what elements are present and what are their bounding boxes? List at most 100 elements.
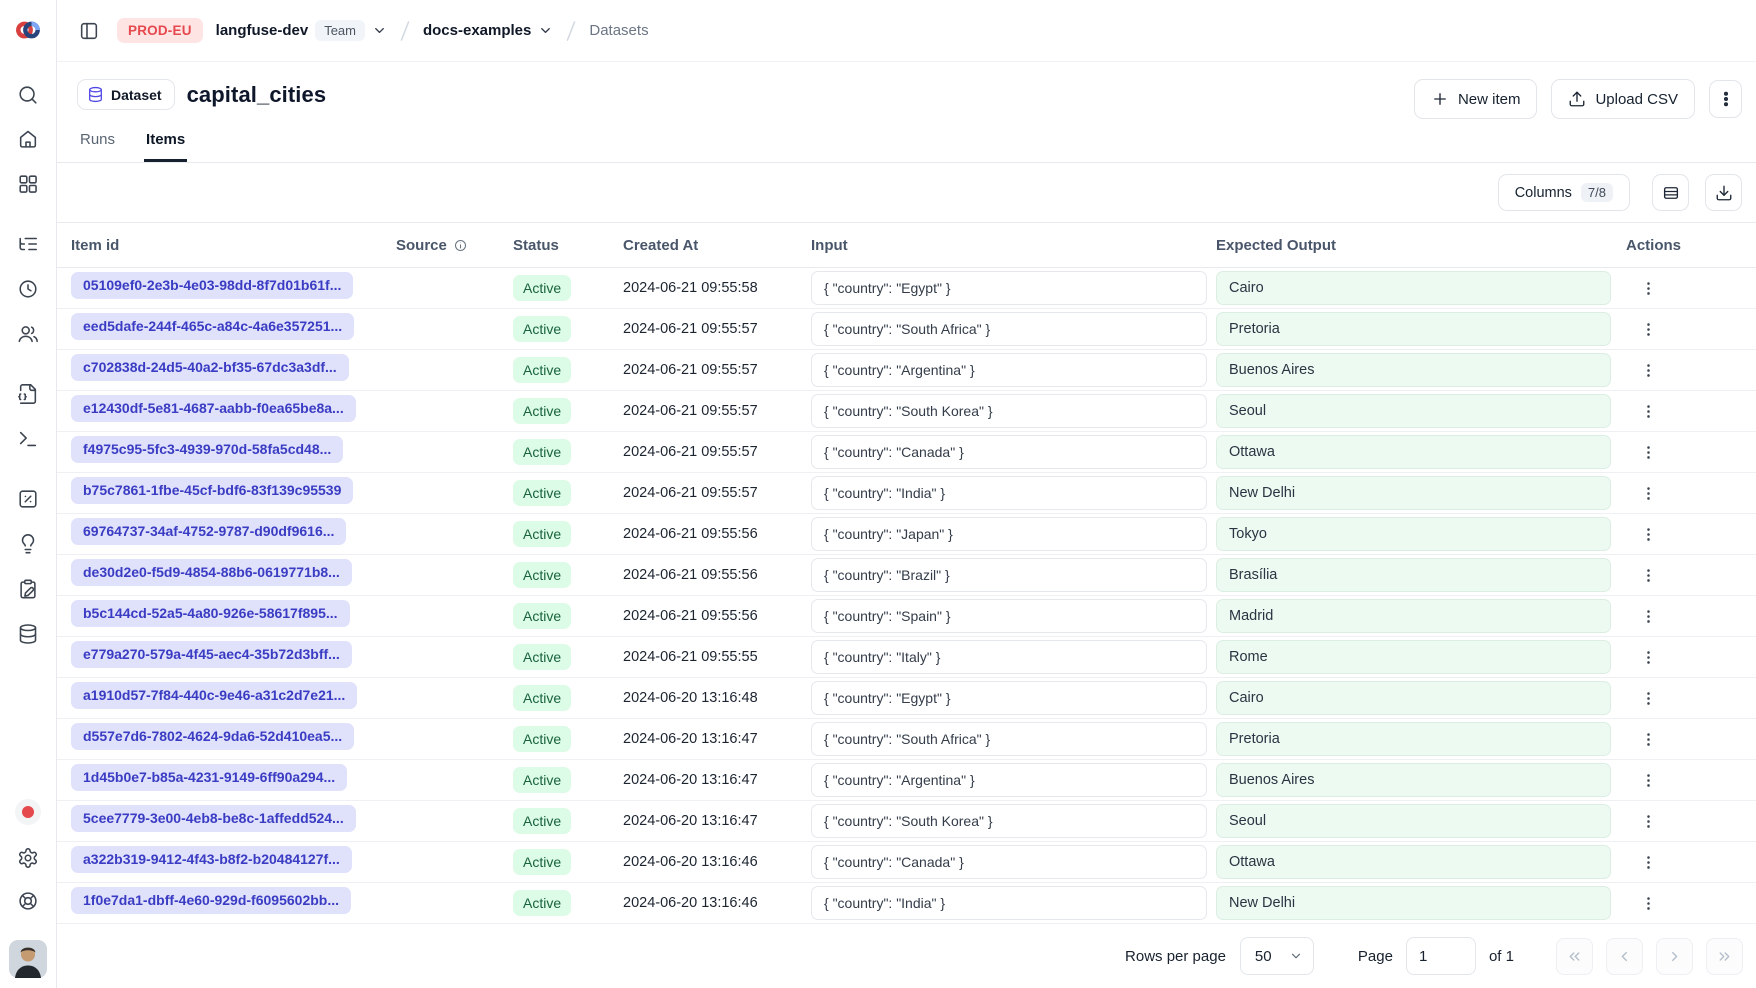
row-actions-button[interactable] bbox=[1632, 846, 1664, 878]
item-id-link[interactable]: f4975c95-5fc3-4939-970d-58fa5cd48... bbox=[71, 436, 343, 463]
row-actions-button[interactable] bbox=[1632, 887, 1664, 919]
item-id-link[interactable]: de30d2e0-f5d9-4854-88b6-0619771b8... bbox=[71, 559, 352, 586]
created-at-cell: 2024-06-20 13:16:47 bbox=[623, 731, 811, 747]
sidebar-datasets-button[interactable] bbox=[13, 619, 43, 649]
item-id-link[interactable]: b5c144cd-52a5-4a80-926e-58617f895... bbox=[71, 600, 350, 627]
input-cell[interactable]: { "country": "Italy" } bbox=[811, 640, 1207, 674]
input-cell[interactable]: { "country": "Argentina" } bbox=[811, 763, 1207, 797]
item-id-link[interactable]: c702838d-24d5-40a2-bf35-67dc3a3df... bbox=[71, 354, 349, 381]
expected-output-cell[interactable]: Buenos Aires bbox=[1216, 353, 1611, 387]
expected-output-cell[interactable]: Buenos Aires bbox=[1216, 763, 1611, 797]
user-avatar[interactable] bbox=[9, 940, 47, 978]
expected-output-cell[interactable]: Madrid bbox=[1216, 599, 1611, 633]
first-page-button[interactable] bbox=[1556, 938, 1593, 975]
input-cell[interactable]: { "country": "South Africa" } bbox=[811, 722, 1207, 756]
input-cell[interactable]: { "country": "India" } bbox=[811, 476, 1207, 510]
expected-output-cell[interactable]: Seoul bbox=[1216, 804, 1611, 838]
item-id-link[interactable]: a322b319-9412-4f43-b8f2-b20484127f... bbox=[71, 846, 352, 873]
row-actions-button[interactable] bbox=[1632, 477, 1664, 509]
item-id-link[interactable]: a1910d57-7f84-440c-9e46-a31c2d7e21... bbox=[71, 682, 357, 709]
row-actions-button[interactable] bbox=[1632, 723, 1664, 755]
item-id-link[interactable]: eed5dafe-244f-465c-a84c-4a6e357251... bbox=[71, 313, 354, 340]
sidebar-tracing-button[interactable] bbox=[13, 229, 43, 259]
input-cell[interactable]: { "country": "South Korea" } bbox=[811, 804, 1207, 838]
input-cell[interactable]: { "country": "South Korea" } bbox=[811, 394, 1207, 428]
sidebar-settings-button[interactable] bbox=[13, 843, 43, 873]
expected-output-cell[interactable]: Brasília bbox=[1216, 558, 1611, 592]
row-actions-button[interactable] bbox=[1632, 600, 1664, 632]
row-actions-button[interactable] bbox=[1632, 764, 1664, 796]
input-cell[interactable]: { "country": "Canada" } bbox=[811, 845, 1207, 879]
input-cell[interactable]: { "country": "South Africa" } bbox=[811, 312, 1207, 346]
new-item-button[interactable]: New item bbox=[1414, 79, 1538, 119]
item-id-link[interactable]: 05109ef0-2e3b-4e03-98dd-8f7d01b61f... bbox=[71, 272, 353, 299]
input-cell[interactable]: { "country": "Spain" } bbox=[811, 599, 1207, 633]
input-cell[interactable]: { "country": "India" } bbox=[811, 886, 1207, 920]
sidebar-dashboards-button[interactable] bbox=[13, 169, 43, 199]
item-id-link[interactable]: b75c7861-1fbe-45cf-bdf6-83f139c95539 bbox=[71, 477, 353, 504]
row-actions-button[interactable] bbox=[1632, 354, 1664, 386]
row-actions-button[interactable] bbox=[1632, 559, 1664, 591]
sidebar-evaluation-button[interactable] bbox=[13, 484, 43, 514]
expected-output-cell[interactable]: Ottawa bbox=[1216, 435, 1611, 469]
tab-items[interactable]: Items bbox=[144, 131, 187, 162]
row-height-button[interactable] bbox=[1652, 174, 1689, 211]
row-actions-button[interactable] bbox=[1632, 395, 1664, 427]
item-id-link[interactable]: 5cee7779-3e00-4eb8-be8c-1affedd524... bbox=[71, 805, 356, 832]
input-cell[interactable]: { "country": "Canada" } bbox=[811, 435, 1207, 469]
sidebar-sessions-button[interactable] bbox=[13, 274, 43, 304]
row-actions-button[interactable] bbox=[1632, 313, 1664, 345]
row-actions-button[interactable] bbox=[1632, 641, 1664, 673]
sidebar-support-button[interactable] bbox=[13, 886, 43, 916]
sidebar-suggestions-button[interactable] bbox=[13, 529, 43, 559]
columns-button[interactable]: Columns 7/8 bbox=[1498, 174, 1630, 211]
project-selector[interactable]: docs-examples bbox=[423, 22, 553, 39]
row-actions-button[interactable] bbox=[1632, 436, 1664, 468]
expected-output-cell[interactable]: Tokyo bbox=[1216, 517, 1611, 551]
row-actions-button[interactable] bbox=[1632, 272, 1664, 304]
row-actions-button[interactable] bbox=[1632, 682, 1664, 714]
sidebar-prompts-button[interactable] bbox=[13, 379, 43, 409]
input-cell[interactable]: { "country": "Japan" } bbox=[811, 517, 1207, 551]
recording-indicator[interactable] bbox=[15, 799, 41, 825]
row-actions-button[interactable] bbox=[1632, 518, 1664, 550]
upload-csv-button[interactable]: Upload CSV bbox=[1551, 79, 1695, 119]
langfuse-logo-icon[interactable] bbox=[13, 16, 43, 46]
input-cell[interactable]: { "country": "Egypt" } bbox=[811, 681, 1207, 715]
sidebar-search-button[interactable] bbox=[13, 80, 43, 110]
sidebar-toggle-button[interactable] bbox=[74, 16, 104, 46]
last-page-button[interactable] bbox=[1706, 938, 1743, 975]
rows-per-page-select[interactable]: 50 bbox=[1240, 937, 1314, 975]
input-cell[interactable]: { "country": "Brazil" } bbox=[811, 558, 1207, 592]
sidebar-users-button[interactable] bbox=[13, 319, 43, 349]
expected-output-cell[interactable]: Pretoria bbox=[1216, 312, 1611, 346]
row-actions-button[interactable] bbox=[1632, 805, 1664, 837]
expected-output-cell[interactable]: Cairo bbox=[1216, 681, 1611, 715]
expected-output-cell[interactable]: Cairo bbox=[1216, 271, 1611, 305]
input-cell[interactable]: { "country": "Egypt" } bbox=[811, 271, 1207, 305]
export-download-button[interactable] bbox=[1705, 174, 1742, 211]
sidebar-home-button[interactable] bbox=[13, 124, 43, 154]
gear-icon bbox=[17, 847, 39, 869]
expected-output-cell[interactable]: New Delhi bbox=[1216, 886, 1611, 920]
item-id-link[interactable]: 1f0e7da1-dbff-4e60-929d-f6095602bb... bbox=[71, 887, 351, 914]
item-id-link[interactable]: 69764737-34af-4752-9787-d90df9616... bbox=[71, 518, 346, 545]
expected-output-cell[interactable]: Pretoria bbox=[1216, 722, 1611, 756]
expected-output-cell[interactable]: Rome bbox=[1216, 640, 1611, 674]
item-id-link[interactable]: e12430df-5e81-4687-aabb-f0ea65be8a... bbox=[71, 395, 356, 422]
item-id-link[interactable]: d557e7d6-7802-4624-9da6-52d410ea5... bbox=[71, 723, 354, 750]
expected-output-cell[interactable]: Ottawa bbox=[1216, 845, 1611, 879]
input-cell[interactable]: { "country": "Argentina" } bbox=[811, 353, 1207, 387]
tab-runs[interactable]: Runs bbox=[78, 131, 117, 162]
organization-selector[interactable]: langfuse-dev Team bbox=[216, 20, 387, 41]
item-id-link[interactable]: e779a270-579a-4f45-aec4-35b72d3bff... bbox=[71, 641, 352, 668]
sidebar-playground-button[interactable] bbox=[13, 424, 43, 454]
page-number-input[interactable] bbox=[1406, 937, 1476, 975]
expected-output-cell[interactable]: New Delhi bbox=[1216, 476, 1611, 510]
sidebar-annotation-button[interactable] bbox=[13, 574, 43, 604]
page-actions-menu-button[interactable] bbox=[1709, 80, 1742, 118]
expected-output-cell[interactable]: Seoul bbox=[1216, 394, 1611, 428]
item-id-link[interactable]: 1d45b0e7-b85a-4231-9149-6ff90a294... bbox=[71, 764, 347, 791]
next-page-button[interactable] bbox=[1656, 938, 1693, 975]
previous-page-button[interactable] bbox=[1606, 938, 1643, 975]
